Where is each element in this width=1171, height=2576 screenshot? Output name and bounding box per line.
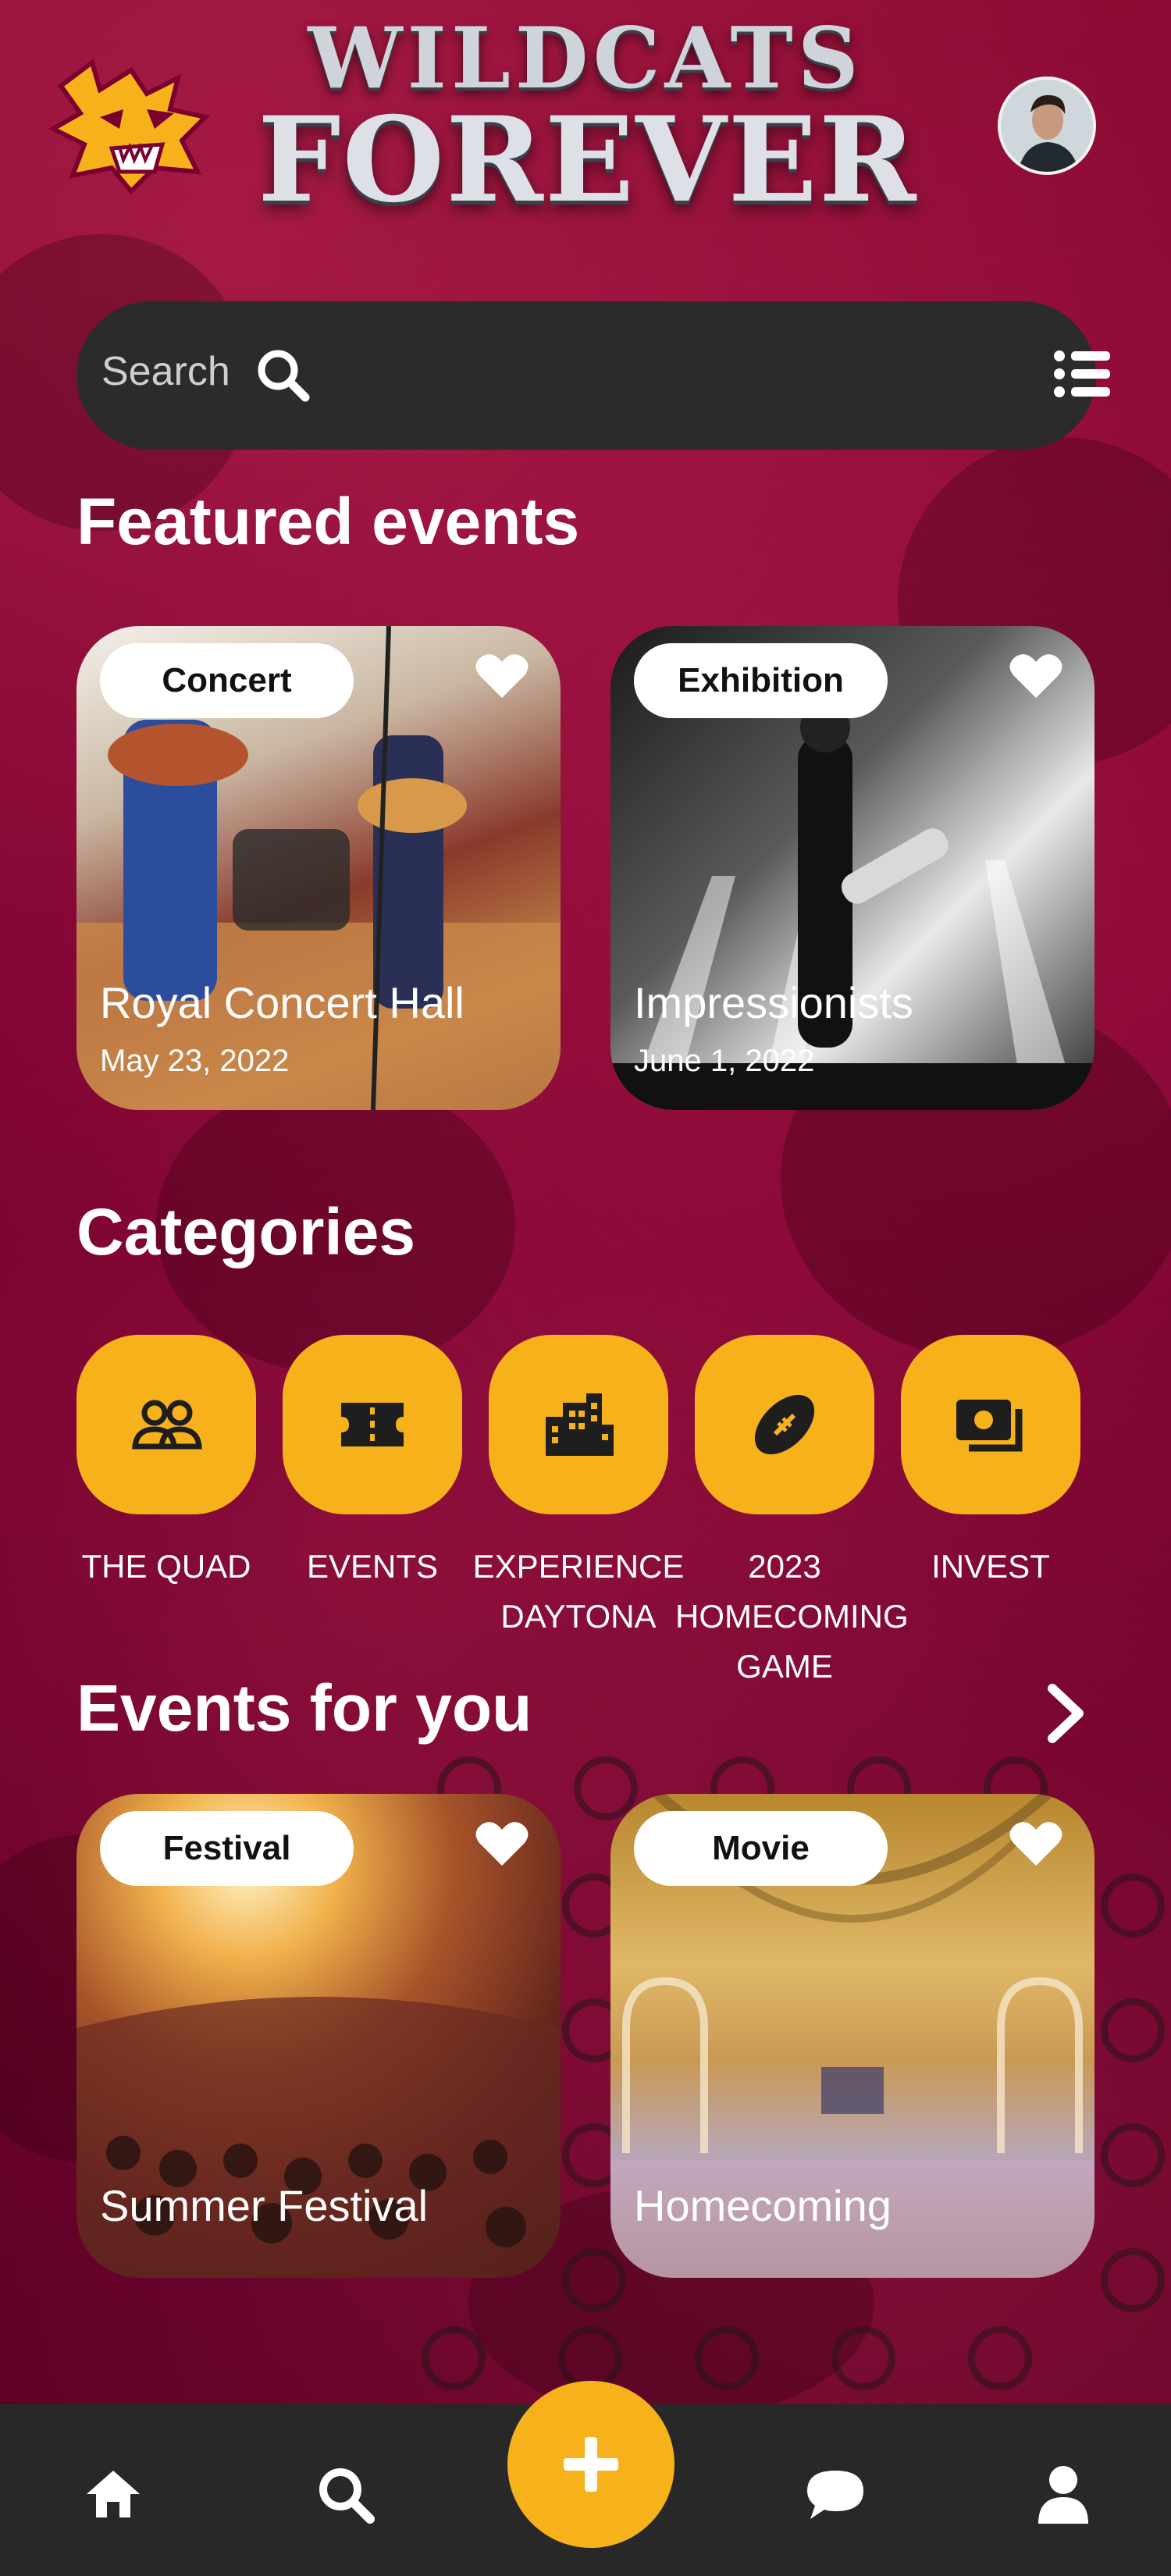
people-icon <box>132 1400 202 1450</box>
category-experience-daytona-button[interactable] <box>489 1335 668 1514</box>
search-icon[interactable] <box>314 2463 376 2525</box>
heart-icon[interactable] <box>475 1819 529 1867</box>
card-tag: Concert <box>100 643 354 718</box>
brand-wordmark: WILDCATS FOREVER <box>258 9 918 234</box>
featured-card-exhibition[interactable]: Exhibition Impressionists June 1, 2022 <box>610 626 1094 1110</box>
home-icon[interactable] <box>82 2463 144 2525</box>
decor-ring <box>695 2326 759 2390</box>
card-title: Impressionists <box>634 978 913 1027</box>
heart-icon[interactable] <box>1009 1819 1063 1867</box>
category-label: INVEST <box>931 1548 1050 1585</box>
search-icon[interactable] <box>254 347 311 403</box>
category-the-quad-button[interactable] <box>77 1335 256 1514</box>
event-card-movie[interactable]: Movie Homecoming <box>610 1794 1094 2278</box>
featured-card-concert[interactable]: Concert Royal Concert Hall May 23, 2022 <box>77 626 561 1110</box>
heart-icon[interactable] <box>1009 651 1063 699</box>
brand-line-2: FOREVER <box>258 91 918 229</box>
category-label: EVENTS <box>306 1548 439 1585</box>
decor-ring <box>1101 2248 1165 2312</box>
plus-icon <box>585 2437 597 2492</box>
card-date: June 1, 2022 <box>634 1044 815 1078</box>
card-date: May 23, 2022 <box>100 1044 290 1078</box>
search-placeholder: Search <box>101 349 230 394</box>
category-invest-button[interactable] <box>901 1335 1080 1514</box>
card-tag: Movie <box>634 1811 888 1886</box>
card-tag: Exhibition <box>634 643 888 718</box>
decor-ring <box>1101 2123 1165 2187</box>
card-title: Homecoming <box>634 2181 892 2230</box>
wildcat-logo <box>45 55 217 195</box>
profile-icon[interactable] <box>1032 2463 1094 2525</box>
category-label: THE QUAD <box>81 1548 251 1585</box>
category-label: EXPERIENCE DAYTONA <box>472 1548 685 1635</box>
avatar[interactable] <box>998 76 1096 175</box>
categories-title: Categories <box>77 1195 416 1268</box>
event-card-festival[interactable]: Festival Summer Festival <box>77 1794 561 2278</box>
category-events-button[interactable] <box>283 1335 462 1514</box>
decor-ring <box>831 2326 895 2390</box>
card-title: Royal Concert Hall <box>100 978 464 1027</box>
money-icon <box>956 1400 1023 1452</box>
decor-ring <box>422 2326 486 2390</box>
heart-icon[interactable] <box>475 651 529 699</box>
city-icon <box>546 1393 614 1456</box>
decor-ring <box>1101 1873 1165 1937</box>
search-bar[interactable]: Search <box>77 301 1110 450</box>
list-icon[interactable] <box>1052 347 1112 401</box>
category-label: 2023 HOMECOMING GAME <box>675 1548 909 1685</box>
decor-ring <box>1101 1998 1165 2062</box>
chat-icon[interactable] <box>804 2463 867 2525</box>
card-tag: Festival <box>100 1811 354 1886</box>
app-screen: WILDCATS FOREVER Search Featured events … <box>0 0 1171 2576</box>
card-title: Summer Festival <box>100 2181 429 2230</box>
brand-line-1: WILDCATS <box>308 9 863 108</box>
ticket-icon <box>341 1403 404 1446</box>
category-homecoming-game-button[interactable] <box>695 1335 874 1514</box>
add-button[interactable] <box>507 2381 674 2548</box>
featured-events-title: Featured events <box>77 485 580 558</box>
chevron-right-icon[interactable] <box>1038 1682 1093 1745</box>
decor-ring <box>968 2326 1032 2390</box>
football-icon <box>754 1394 815 1455</box>
events-for-you-title: Events for you <box>77 1671 532 1745</box>
